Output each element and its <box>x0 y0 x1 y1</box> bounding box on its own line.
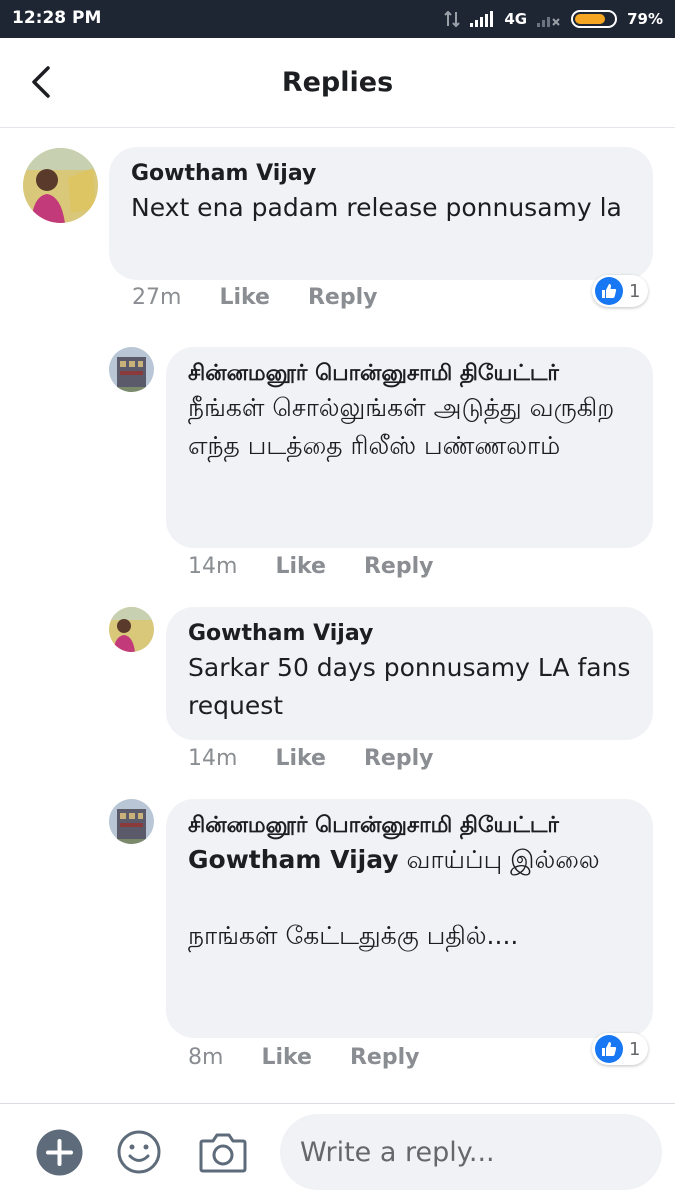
comment-text-part: வாய்ப்பு இல்லை <box>398 845 600 874</box>
reply-button[interactable]: Reply <box>364 746 434 771</box>
profile-photo <box>109 607 154 652</box>
reply-button[interactable]: Reply <box>308 285 378 310</box>
emoji-button[interactable] <box>116 1129 162 1179</box>
comment-actions: 27m Like Reply <box>132 285 377 310</box>
reply-composer <box>0 1103 675 1200</box>
avatar[interactable] <box>23 148 98 223</box>
page-title: Replies <box>281 67 394 98</box>
thumbs-up-icon <box>595 277 623 305</box>
comment-author[interactable]: சின்னமனூர் பொன்னுசாமி தியேட்டர் <box>188 359 631 389</box>
like-button[interactable]: Like <box>275 746 326 771</box>
comment-actions: 14m Like Reply <box>188 554 433 579</box>
status-icons: 4G 79% <box>444 8 663 30</box>
signal-icon <box>470 11 494 27</box>
mention-link[interactable]: Gowtham Vijay <box>188 845 399 874</box>
reply-input[interactable] <box>280 1114 662 1190</box>
comment-bubble[interactable]: Gowtham Vijay Next ena padam release pon… <box>109 147 653 280</box>
status-bar: 12:28 PM 4G 79% <box>0 0 675 38</box>
reaction-count[interactable]: 1 <box>592 1033 649 1065</box>
comment-text-line-gap <box>188 879 631 917</box>
avatar[interactable] <box>109 347 154 392</box>
comment-bubble[interactable]: Gowtham Vijay Sarkar 50 days ponnusamy L… <box>166 607 653 740</box>
camera-icon <box>199 1133 247 1173</box>
comment-time: 8m <box>188 1045 224 1070</box>
comment-text: Next ena padam release ponnusamy la <box>131 193 622 222</box>
battery-percent: 79% <box>627 10 663 28</box>
reply-button[interactable]: Reply <box>364 554 434 579</box>
reaction-number: 1 <box>629 1038 641 1060</box>
comment-bubble[interactable]: சின்னமனூர் பொன்னுசாமி தியேட்டர் நீங்கள் … <box>166 347 653 548</box>
thumbs-up-icon <box>595 1035 623 1063</box>
battery-level <box>575 14 606 24</box>
camera-button[interactable] <box>199 1131 247 1177</box>
reaction-count[interactable]: 1 <box>592 275 649 307</box>
comment-time: 27m <box>132 285 182 310</box>
status-time: 12:28 PM <box>12 8 102 28</box>
comment-actions: 14m Like Reply <box>188 746 433 771</box>
add-button[interactable] <box>36 1129 83 1180</box>
like-button[interactable]: Like <box>219 285 270 310</box>
like-button[interactable]: Like <box>261 1045 312 1070</box>
comment-time: 14m <box>188 746 238 771</box>
profile-photo <box>109 799 154 844</box>
network-type: 4G <box>504 10 528 28</box>
comment-bubble[interactable]: சின்னமனூர் பொன்னுசாமி தியேட்டர் Gowtham … <box>166 799 653 1038</box>
profile-photo <box>23 148 98 223</box>
like-button[interactable]: Like <box>275 554 326 579</box>
comment-text: Sarkar 50 days ponnusamy LA fans request <box>188 653 631 720</box>
comment-author[interactable]: Gowtham Vijay <box>188 619 631 649</box>
comment-text: நீங்கள் சொல்லுங்கள் அடுத்து வருகிற எந்த … <box>188 393 615 460</box>
reply-button[interactable]: Reply <box>350 1045 420 1070</box>
comment-text: Gowtham Vijay வாய்ப்பு இல்லை <box>188 841 631 879</box>
avatar[interactable] <box>109 607 154 652</box>
battery-icon <box>571 10 618 28</box>
data-transfer-icon <box>444 10 461 28</box>
comment-author[interactable]: சின்னமனூர் பொன்னுசாமி தியேட்டர் <box>188 811 631 841</box>
emoji-icon <box>117 1130 161 1174</box>
signal-no-sim-icon <box>537 17 560 27</box>
reaction-number: 1 <box>629 280 641 302</box>
comment-actions: 8m Like Reply <box>188 1045 419 1070</box>
comment-text-second: நாங்கள் கேட்டதுக்கு பதில்.... <box>188 921 519 950</box>
profile-photo <box>109 347 154 392</box>
add-icon <box>36 1129 83 1176</box>
header: Replies <box>0 38 675 128</box>
comment-author[interactable]: Gowtham Vijay <box>131 159 631 189</box>
avatar[interactable] <box>109 799 154 844</box>
comment-time: 14m <box>188 554 238 579</box>
